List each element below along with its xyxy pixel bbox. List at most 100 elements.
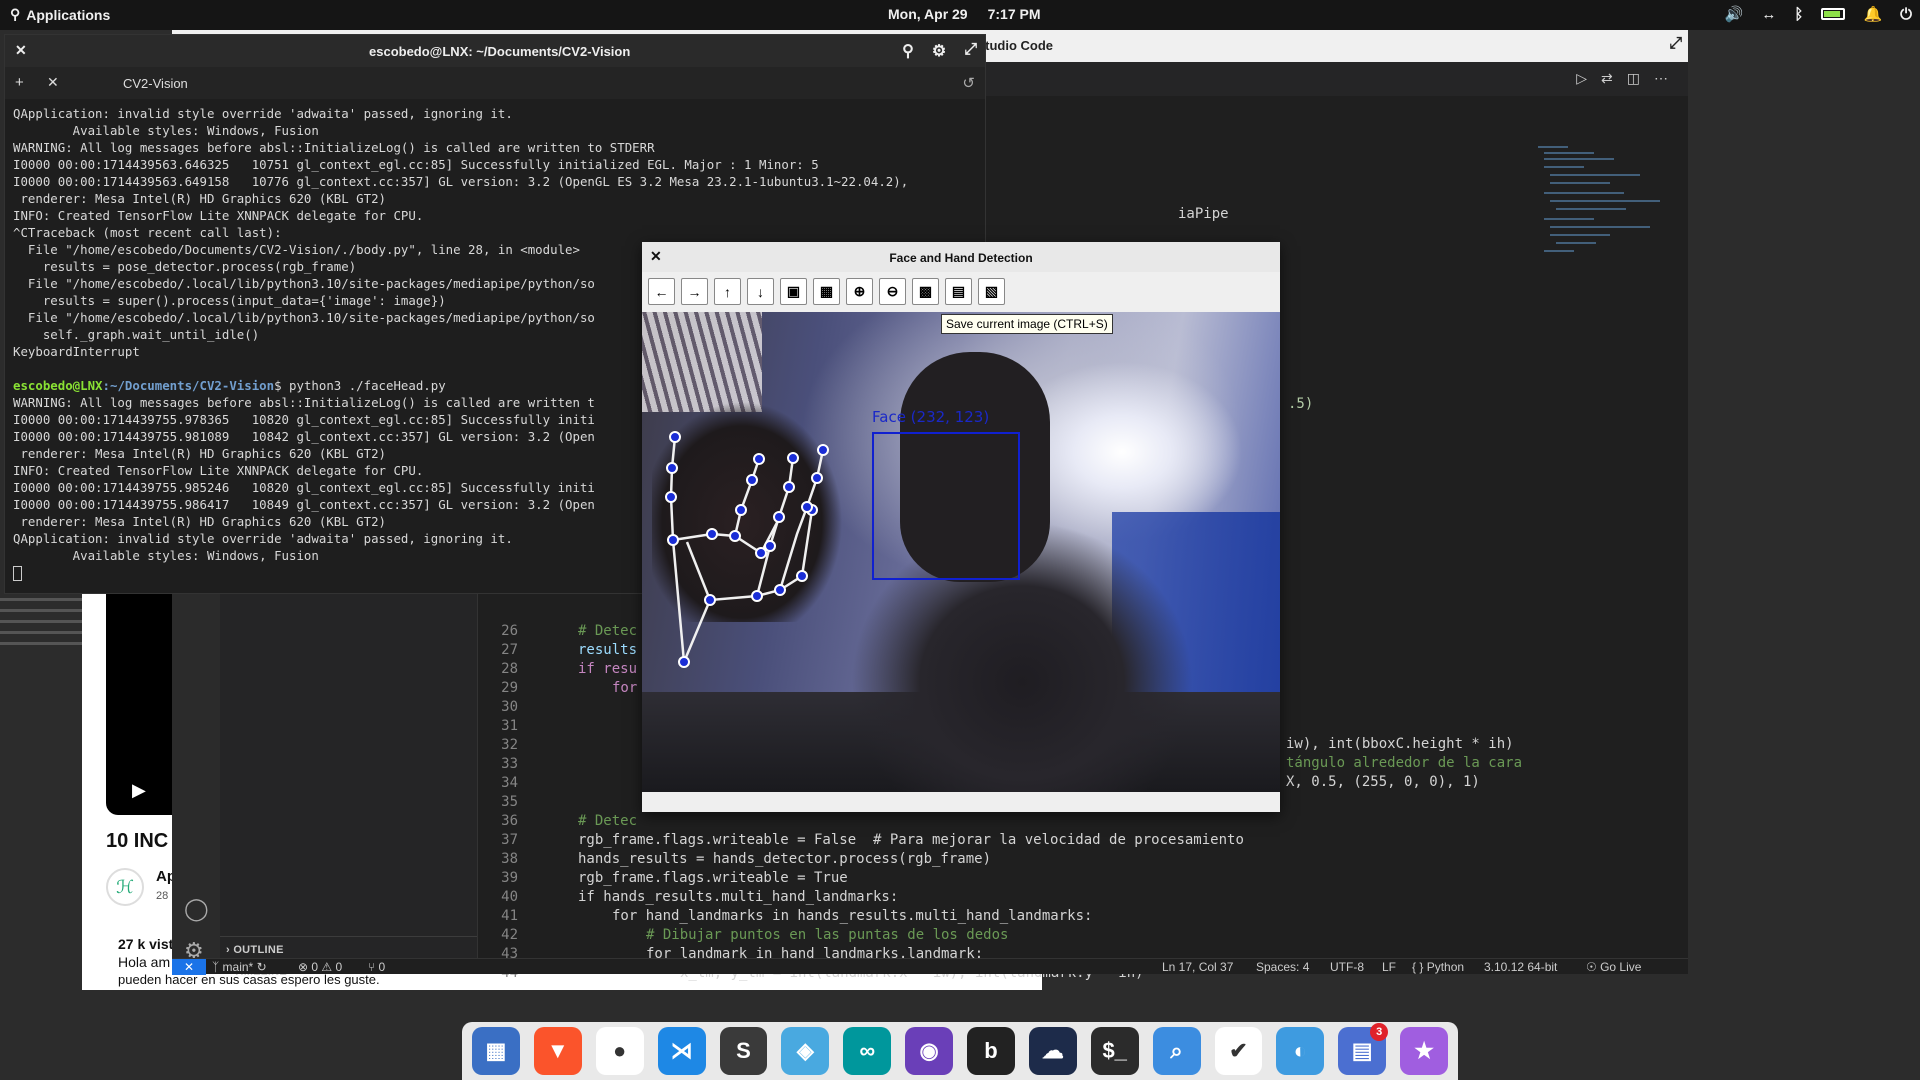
- software-center-icon[interactable]: ▤ 3: [1338, 1023, 1389, 1075]
- remote-icon[interactable]: ✕: [172, 959, 206, 975]
- background-stripes: [0, 590, 82, 650]
- code-line: if hands_results.multi_hand_landmarks:: [578, 889, 899, 905]
- cloud-app-icon[interactable]: ☁: [1028, 1027, 1077, 1075]
- applications-label: Applications: [26, 6, 111, 23]
- indentation[interactable]: Spaces: 4: [1256, 960, 1309, 974]
- zoom-in-icon[interactable]: ⊕: [846, 278, 873, 305]
- branch-status[interactable]: ᛉ main* ↻: [212, 960, 267, 974]
- code-fragment: tángulo alrededor de la cara: [1286, 755, 1523, 771]
- code-fragment: iw), int(bboxC.height * ih): [1286, 736, 1514, 752]
- app-beaver-icon[interactable]: ●: [595, 1027, 644, 1075]
- interpreter[interactable]: 3.10.12 64-bit: [1484, 960, 1557, 974]
- maximize-icon[interactable]: ⤢: [964, 41, 977, 61]
- power-icon[interactable]: ⏻: [1900, 6, 1912, 23]
- arduino-icon[interactable]: ∞: [843, 1027, 892, 1075]
- network-icon[interactable]: ↔: [1761, 6, 1776, 23]
- line-number: 28: [501, 661, 518, 677]
- vscode-icon[interactable]: ⋊: [657, 1027, 706, 1075]
- code-line: # Detec: [578, 813, 638, 829]
- github-desktop-icon[interactable]: ◉: [905, 1027, 953, 1075]
- line-number: 26: [501, 623, 518, 639]
- line-number: 38: [501, 851, 518, 867]
- starred-app-icon[interactable]: ★: [1400, 1027, 1448, 1075]
- line-number: 40: [501, 889, 518, 905]
- notification-icon[interactable]: 🔔: [1863, 5, 1882, 23]
- bitwig-icon[interactable]: b: [967, 1027, 1015, 1075]
- compare-icon[interactable]: ⇄: [1601, 70, 1613, 87]
- system-tray: 🔊 ↔ ᛒ 🔔 ⏻: [1725, 5, 1912, 24]
- gear-icon[interactable]: ⚙: [932, 41, 946, 61]
- properties-icon[interactable]: ▧: [978, 278, 1005, 305]
- video-title: 10 INC: [106, 830, 169, 852]
- go-live[interactable]: ☉ Go Live: [1586, 960, 1641, 974]
- copy-clipboard-icon[interactable]: ▤: [945, 278, 972, 305]
- account-icon[interactable]: ◯: [184, 896, 209, 922]
- line-number: 37: [501, 832, 518, 848]
- line-number: 41: [501, 908, 518, 924]
- applications-menu[interactable]: ⚲ Applications: [10, 6, 110, 23]
- terminal-line: I0000 00:00:1714439563.646325 10751 gl_c…: [13, 157, 819, 172]
- terminal-line: QApplication: invalid style override 'ad…: [13, 106, 513, 121]
- tab-cv2-vision[interactable]: CV2-Vision: [123, 76, 188, 91]
- maximize-icon[interactable]: ⤢: [1669, 35, 1682, 53]
- view-count: 27 k vist: [118, 936, 174, 952]
- new-tab-icon[interactable]: +: [15, 74, 24, 91]
- play-icon[interactable]: ▶: [132, 780, 146, 801]
- search-app-icon[interactable]: ⌕: [1152, 1027, 1201, 1075]
- code-fragment: iaPipe: [1178, 206, 1229, 222]
- zoom-x1-icon[interactable]: ▣: [780, 278, 807, 305]
- cube-app-icon[interactable]: ◈: [781, 1027, 830, 1075]
- channel-avatar[interactable]: ℋ: [106, 868, 144, 906]
- sublime-text-icon[interactable]: S: [719, 1027, 768, 1075]
- language-mode[interactable]: { } Python: [1412, 960, 1464, 974]
- eol[interactable]: LF: [1382, 960, 1396, 974]
- cursor-position[interactable]: Ln 17, Col 37: [1162, 960, 1233, 974]
- pan-left-icon[interactable]: ←: [648, 278, 675, 305]
- pan-down-icon[interactable]: ↓: [747, 278, 774, 305]
- line-number: 27: [501, 642, 518, 658]
- problems-status[interactable]: ⊗ 0 ⚠ 0: [298, 960, 342, 974]
- pan-right-icon[interactable]: →: [681, 278, 708, 305]
- code-line: # Detec: [578, 623, 638, 639]
- history-icon[interactable]: ↺: [962, 74, 975, 92]
- terminal-icon[interactable]: $_: [1090, 1027, 1139, 1075]
- brave-browser-icon[interactable]: ▼: [533, 1027, 582, 1075]
- status-bar: ✕ ᛉ main* ↻ ⊗ 0 ⚠ 0 ⑂ 0 Ln 17, Col 37 Sp…: [172, 958, 1688, 975]
- ports-status[interactable]: ⑂ 0: [368, 960, 385, 974]
- code-line: rgb_frame.flags.writeable = True: [578, 870, 848, 886]
- encoding[interactable]: UTF-8: [1330, 960, 1364, 974]
- line-number: 32: [501, 737, 518, 753]
- toggle-app-icon[interactable]: ◐: [1276, 1027, 1325, 1075]
- code-fragment: X, 0.5, (255, 0, 0), 1): [1286, 774, 1480, 790]
- zoom-fit-icon[interactable]: ▦: [813, 278, 840, 305]
- clock[interactable]: Mon, Apr 29 7:17 PM: [888, 6, 1041, 22]
- save-image-icon[interactable]: ▩: [912, 278, 939, 305]
- terminal-line: ^CTraceback (most recent call last):: [13, 225, 282, 240]
- pan-up-icon[interactable]: ↑: [714, 278, 741, 305]
- close-tab-icon[interactable]: ✕: [47, 74, 59, 91]
- outline-section[interactable]: › OUTLINE: [226, 944, 284, 956]
- files-manager-icon[interactable]: ▦: [472, 1027, 520, 1075]
- battery-icon[interactable]: [1821, 8, 1846, 20]
- channel-sub: 28: [156, 890, 169, 902]
- close-icon[interactable]: ✕: [15, 42, 27, 59]
- code-line: for: [612, 680, 638, 696]
- bluetooth-icon[interactable]: ᛒ: [1794, 6, 1803, 23]
- code-line: results: [578, 642, 638, 658]
- editor-actions: ▷ ⇄ ◫ ⋯: [1576, 70, 1668, 87]
- terminal-line: renderer: Mesa Intel(R) HD Graphics 620 …: [13, 191, 386, 206]
- line-number: 35: [501, 794, 518, 810]
- camera-frame[interactable]: Face (232, 123): [642, 312, 1280, 792]
- tasks-app-icon[interactable]: ✔: [1214, 1027, 1263, 1075]
- split-editor-icon[interactable]: ◫: [1627, 70, 1640, 87]
- run-icon[interactable]: ▷: [1576, 70, 1587, 87]
- volume-icon[interactable]: 🔊: [1725, 5, 1744, 23]
- save-tooltip: Save current image (CTRL+S): [941, 314, 1113, 334]
- terminal-cursor: [13, 566, 22, 581]
- line-number: 39: [501, 870, 518, 886]
- more-icon[interactable]: ⋯: [1654, 70, 1668, 87]
- code-line: # Dibujar puntos en las puntas de los de…: [646, 927, 1009, 943]
- minimap[interactable]: [1538, 146, 1660, 266]
- zoom-out-icon[interactable]: ⊖: [879, 278, 906, 305]
- search-icon[interactable]: ⚲: [902, 41, 914, 61]
